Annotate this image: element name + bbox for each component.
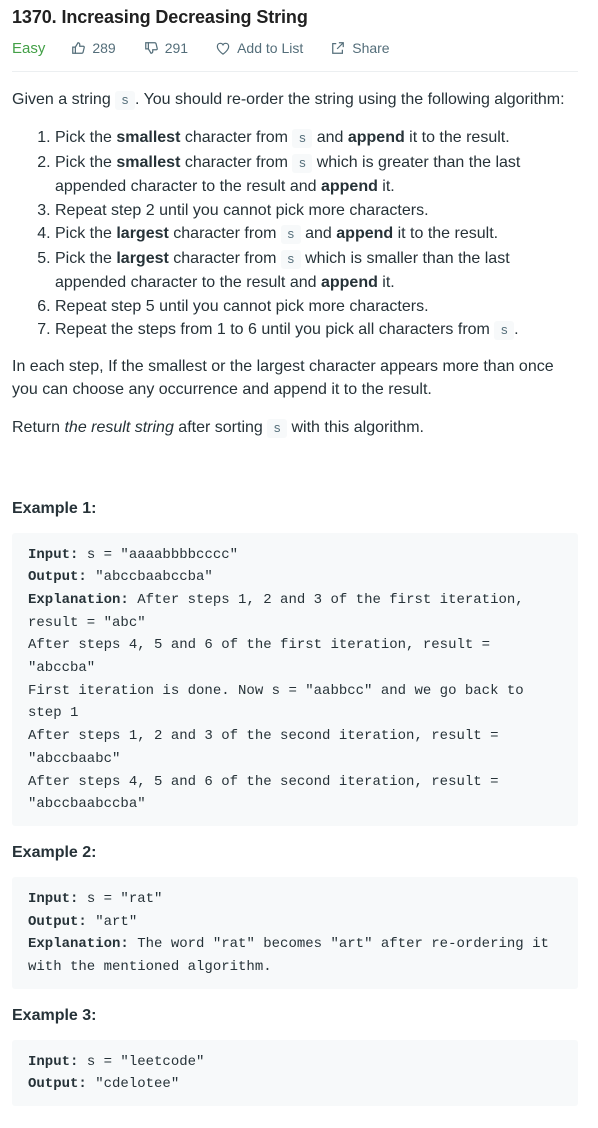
like-button[interactable]: 289 bbox=[71, 40, 116, 56]
return-statement: Return the result string after sorting s… bbox=[12, 418, 424, 438]
algorithm-steps: Pick the smallest character from s and a… bbox=[12, 126, 578, 343]
problem-page: 1370. Increasing Decreasing String Easy … bbox=[0, 5, 598, 1107]
step-item: Pick the smallest character from s and a… bbox=[55, 126, 578, 151]
example-title: Example 3: bbox=[12, 1006, 97, 1024]
example-title: Example 1: bbox=[12, 499, 97, 517]
dislike-button[interactable]: 291 bbox=[144, 40, 188, 56]
description-intro: Given a string s. You should re-order th… bbox=[12, 91, 565, 110]
like-count: 289 bbox=[92, 40, 116, 56]
example-block: Input: s = "leetcode" Output: "cdelotee" bbox=[12, 1039, 578, 1107]
difficulty-badge: Easy bbox=[12, 39, 46, 57]
example-block: Input: s = "rat" Output: "art" Explanati… bbox=[12, 876, 578, 989]
share-icon bbox=[332, 42, 345, 54]
example-block: Input: s = "aaaabbbbcccc" Output: "abccb… bbox=[12, 532, 578, 826]
step-item: Pick the largest character from s and ap… bbox=[55, 222, 578, 247]
step-item: Repeat the steps from 1 to 6 until you p… bbox=[55, 318, 578, 343]
example-title: Example 2: bbox=[12, 843, 97, 861]
step-item: Repeat step 5 until you cannot pick more… bbox=[55, 295, 578, 319]
step-item: Pick the largest character from s which … bbox=[55, 247, 578, 295]
description-note: In each step, If the smallest or the lar… bbox=[12, 357, 554, 398]
thumbs-down-icon bbox=[144, 42, 158, 54]
share-button[interactable]: Share bbox=[331, 40, 390, 56]
problem-title: 1370. Increasing Decreasing String bbox=[12, 7, 308, 27]
thumbs-up-icon bbox=[72, 42, 86, 54]
add-to-list-button[interactable]: Add to List bbox=[216, 40, 303, 56]
step-item: Repeat step 2 until you cannot pick more… bbox=[55, 199, 578, 223]
share-label: Share bbox=[352, 40, 390, 56]
step-item: Pick the smallest character from s which… bbox=[55, 151, 578, 199]
add-to-list-label: Add to List bbox=[237, 40, 304, 56]
dislike-count: 291 bbox=[164, 40, 189, 56]
heart-icon bbox=[216, 42, 230, 55]
problem-meta-bar: Easy 289 291 Add to List Share bbox=[12, 30, 578, 72]
